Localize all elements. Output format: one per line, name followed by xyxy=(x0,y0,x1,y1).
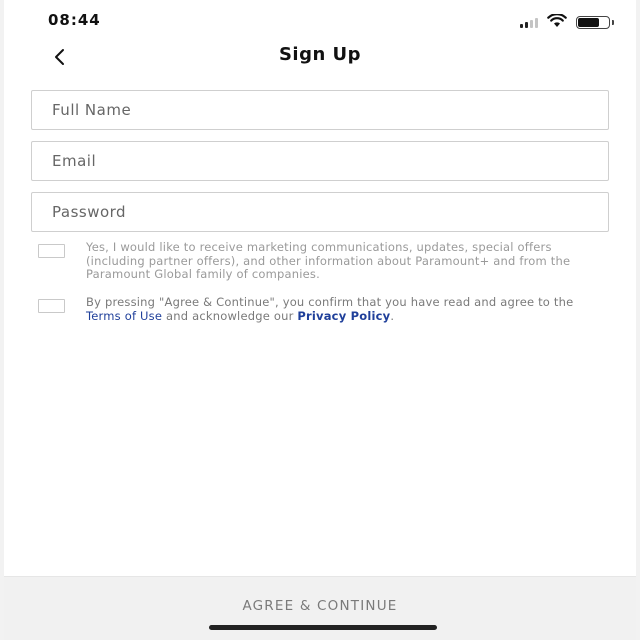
password-input[interactable] xyxy=(32,193,608,231)
terms-of-use-link[interactable]: Terms of Use xyxy=(86,309,162,323)
email-input[interactable] xyxy=(32,142,608,180)
page-title: Sign Up xyxy=(278,44,362,65)
privacy-policy-link[interactable]: Privacy Policy xyxy=(297,309,390,323)
status-bar: 08:44 xyxy=(4,0,636,40)
battery-icon xyxy=(576,16,614,29)
status-time: 08:44 xyxy=(48,11,101,29)
marketing-consent-text: Yes, I would like to receive marketing c… xyxy=(86,240,571,281)
terms-text-after: . xyxy=(390,308,395,323)
marketing-consent-checkbox[interactable] xyxy=(38,244,65,258)
email-field[interactable] xyxy=(31,141,609,181)
home-indicator xyxy=(209,625,437,630)
full-name-input[interactable] xyxy=(32,91,608,129)
nav-bar: Sign Up xyxy=(4,36,636,76)
terms-consent-row: By pressing "Agree & Continue", you conf… xyxy=(38,295,608,323)
bottom-action-bar: AGREE & CONTINUE xyxy=(4,576,636,640)
password-field[interactable] xyxy=(31,192,609,232)
terms-text-middle: and acknowledge our xyxy=(162,308,298,323)
terms-text-before: By pressing "Agree & Continue", you conf… xyxy=(86,295,574,309)
sign-up-screen: 08:44 Sign Up Full Name Email Yes, I wou… xyxy=(4,0,636,640)
cellular-signal-icon xyxy=(520,17,538,28)
status-icons xyxy=(520,13,614,32)
wifi-icon xyxy=(547,13,567,32)
full-name-field[interactable] xyxy=(31,90,609,130)
terms-consent-text: By pressing "Agree & Continue", you conf… xyxy=(86,295,608,323)
marketing-consent-row: Yes, I would like to receive marketing c… xyxy=(38,240,608,282)
terms-consent-checkbox[interactable] xyxy=(38,299,65,313)
